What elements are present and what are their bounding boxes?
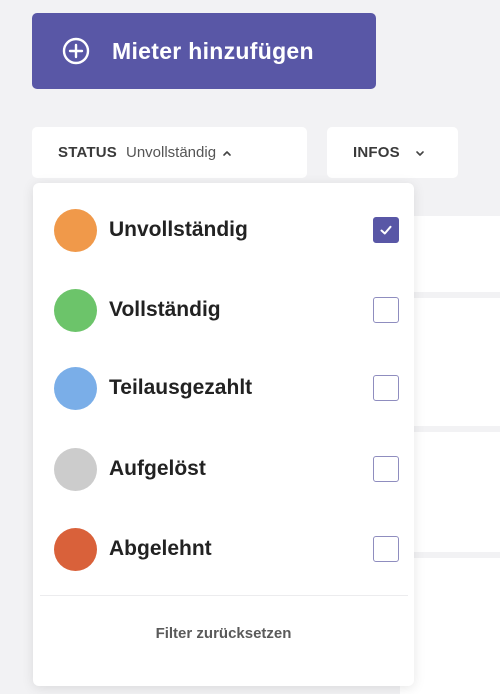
status-filter-key: STATUS	[58, 144, 117, 161]
background-row	[400, 298, 500, 426]
reset-filter-button[interactable]: Filter zurücksetzen	[33, 625, 414, 642]
status-color-dot	[54, 527, 97, 571]
status-option-abgelehnt[interactable]: Abgelehnt	[33, 519, 414, 579]
status-option-label: Abgelehnt	[109, 537, 212, 560]
background-row	[400, 558, 500, 694]
dropdown-divider	[40, 595, 408, 596]
background-row	[400, 432, 500, 552]
plus-circle-icon	[62, 37, 90, 65]
status-option-label: Teilausgezahlt	[109, 376, 253, 399]
infos-filter-key: INFOS	[353, 144, 400, 161]
status-color-dot	[54, 447, 97, 491]
status-option-teilausgezahlt[interactable]: Teilausgezahlt	[33, 358, 414, 418]
status-color-dot	[54, 208, 97, 252]
status-option-label: Vollständig	[109, 298, 221, 321]
status-option-label: Unvollständig	[109, 218, 248, 241]
status-checkbox[interactable]	[373, 375, 399, 401]
status-option-unvollstaendig[interactable]: Unvollständig	[33, 200, 414, 260]
checkmark-icon	[380, 225, 392, 235]
status-filter[interactable]: STATUS Unvollständig	[32, 127, 307, 178]
status-option-aufgeloest[interactable]: Aufgelöst	[33, 439, 414, 499]
add-tenant-button[interactable]: Mieter hinzufügen	[32, 13, 376, 89]
add-tenant-label: Mieter hinzufügen	[112, 37, 314, 64]
status-checkbox[interactable]	[373, 456, 399, 482]
status-checkbox[interactable]	[373, 536, 399, 562]
background-row	[400, 216, 500, 292]
status-color-dot	[54, 366, 97, 410]
status-checkbox[interactable]	[373, 297, 399, 323]
infos-filter[interactable]: INFOS	[327, 127, 458, 178]
status-option-label: Aufgelöst	[109, 457, 206, 480]
chevron-down-icon	[415, 149, 425, 157]
status-filter-value: Unvollständig	[125, 144, 217, 161]
status-dropdown: Unvollständig Vollständig Teilausgezahlt…	[33, 183, 414, 686]
page: Mieter hinzufügen STATUS Unvollständig I…	[0, 0, 500, 694]
chevron-up-icon	[222, 149, 232, 157]
status-option-vollstaendig[interactable]: Vollständig	[33, 280, 414, 340]
status-color-dot	[54, 288, 97, 332]
status-checkbox[interactable]	[373, 217, 399, 243]
